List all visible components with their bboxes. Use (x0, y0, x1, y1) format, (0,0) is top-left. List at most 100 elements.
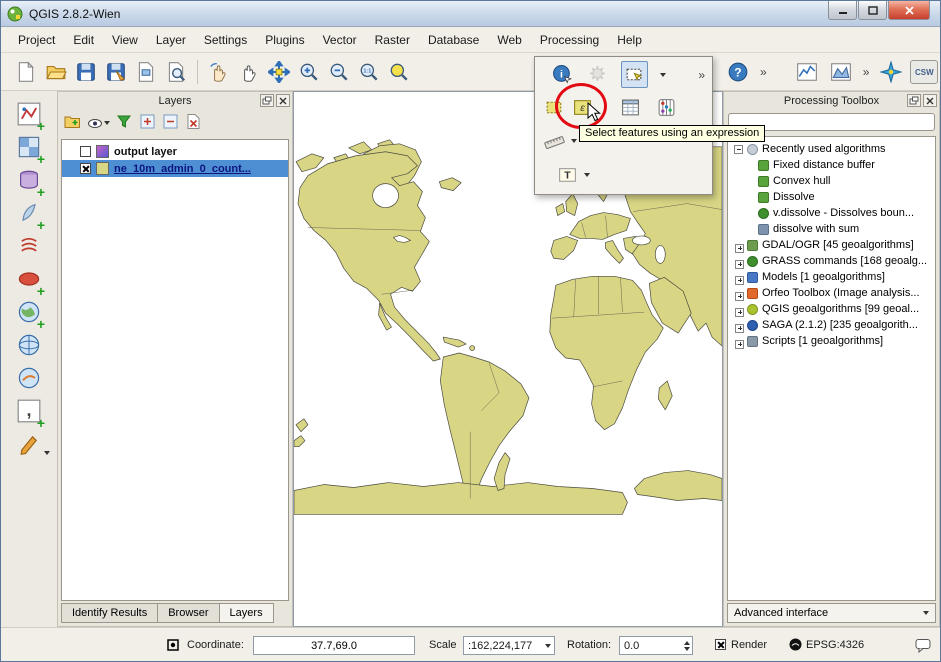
tree-item-recently-used[interactable]: Recently used algorithms (728, 141, 935, 157)
menu-web[interactable]: Web (488, 29, 530, 51)
crs-status-icon[interactable] (789, 638, 802, 654)
menu-layer[interactable]: Layer (147, 29, 195, 51)
coordinate-input[interactable] (253, 636, 415, 655)
layer-row-ne10m[interactable]: ne_10m_admin_0_count... (62, 160, 288, 177)
expand-expander-icon[interactable] (735, 259, 744, 269)
remove-layer-button[interactable] (185, 113, 202, 133)
float-panel-button[interactable] (907, 94, 921, 107)
add-vector-layer-button[interactable]: + (14, 99, 45, 133)
layer-row-output-layer[interactable]: output layer (62, 143, 288, 160)
menu-database[interactable]: Database (419, 29, 488, 51)
toolbar-overflow-chevron-2[interactable]: » (860, 65, 873, 79)
text-annotation-button[interactable]: T (554, 162, 581, 189)
zoom-native-button[interactable]: 1:1 (354, 57, 384, 87)
help-contents-button[interactable]: ? (723, 57, 753, 87)
tree-item-fixed-distance-buffer[interactable]: Fixed distance buffer (728, 157, 935, 173)
new-composer-button[interactable] (131, 57, 161, 87)
open-project-button[interactable] (41, 57, 71, 87)
tree-item-v-dissolve[interactable]: v.dissolve - Dissolves boun... (728, 205, 935, 221)
add-wfs-layer-button[interactable] (14, 363, 44, 393)
tree-item-orfeo-toolbox[interactable]: Orfeo Toolbox (Image analysis... (728, 285, 935, 301)
layer-checkbox-output[interactable] (80, 146, 91, 157)
tree-item-label[interactable]: SAGA (2.1.2) [235 geoalgorith... (762, 319, 918, 331)
layer-checkbox-ne10m[interactable] (80, 163, 91, 174)
expand-expander-icon[interactable] (735, 323, 744, 333)
render-checkbox[interactable] (715, 639, 726, 650)
tree-item-label[interactable]: GDAL/OGR [45 geoalgorithms] (762, 239, 914, 251)
tree-item-grass-commands[interactable]: GRASS commands [168 geoalg... (728, 253, 935, 269)
add-wcs-layer-button[interactable] (14, 330, 44, 360)
expand-expander-icon[interactable] (735, 307, 744, 317)
new-project-button[interactable] (11, 57, 41, 87)
tree-item-dissolve-with-sum[interactable]: dissolve with sum (728, 221, 935, 237)
add-group-button[interactable] (64, 113, 81, 133)
plugin-star-button[interactable] (876, 57, 906, 87)
dock-tab-layers[interactable]: Layers (218, 603, 274, 623)
save-project-as-button[interactable] (101, 57, 131, 87)
zoom-full-button[interactable] (384, 57, 414, 87)
close-panel-button[interactable] (276, 94, 290, 107)
menu-help[interactable]: Help (608, 29, 651, 51)
float-panel-button[interactable] (260, 94, 274, 107)
menu-processing[interactable]: Processing (531, 29, 608, 51)
expand-expander-icon[interactable] (735, 243, 744, 253)
tree-item-label[interactable]: QGIS geoalgorithms [99 geoal... (762, 303, 919, 315)
layer-visibility-button[interactable] (87, 115, 110, 132)
open-attribute-table-button[interactable] (617, 94, 644, 121)
add-spatialite-layer-button[interactable]: + (14, 198, 45, 232)
expand-expander-icon[interactable] (735, 339, 744, 349)
profile-tool-button[interactable] (826, 57, 856, 87)
tree-item-saga[interactable]: SAGA (2.1.2) [235 geoalgorith... (728, 317, 935, 333)
layer-name-ne10m[interactable]: ne_10m_admin_0_count... (114, 163, 251, 175)
measure-line-button[interactable] (541, 128, 568, 155)
tree-item-label[interactable]: Models [1 geoalgorithms] (762, 271, 885, 283)
interface-mode-select[interactable]: Advanced interface (727, 603, 936, 623)
visibility-dropdown-caret[interactable] (104, 121, 110, 125)
menu-edit[interactable]: Edit (64, 29, 103, 51)
expand-all-button[interactable] (139, 113, 156, 133)
dock-tab-browser[interactable]: Browser (157, 603, 220, 623)
expand-expander-icon[interactable] (735, 275, 744, 285)
select-features-dropdown[interactable] (657, 61, 669, 88)
rotation-spinbox[interactable]: 0.0 (619, 636, 693, 655)
close-panel-button[interactable] (923, 94, 937, 107)
filter-legend-button[interactable] (116, 113, 133, 133)
dock-tab-identify-results[interactable]: Identify Results (61, 603, 159, 623)
menu-settings[interactable]: Settings (195, 29, 256, 51)
menu-vector[interactable]: Vector (314, 29, 366, 51)
add-oracle-layer-button[interactable]: + (14, 264, 45, 298)
tree-item-label[interactable]: v.dissolve - Dissolves boun... (773, 207, 914, 219)
tree-item-label[interactable]: Dissolve (773, 191, 815, 203)
menu-view[interactable]: View (103, 29, 147, 51)
select-features-button[interactable] (621, 61, 648, 88)
tree-item-label[interactable]: GRASS commands [168 geoalg... (762, 255, 927, 267)
histogram-tool-button[interactable] (792, 57, 822, 87)
menu-project[interactable]: Project (9, 29, 64, 51)
tree-item-label[interactable]: Convex hull (773, 175, 830, 187)
tree-item-convex-hull[interactable]: Convex hull (728, 173, 935, 189)
pan-map-button[interactable] (234, 57, 264, 87)
add-postgis-layer-button[interactable]: + (14, 165, 45, 199)
add-raster-layer-button[interactable]: + (14, 132, 45, 166)
zoom-out-button[interactable] (324, 57, 354, 87)
scale-combo[interactable]: :162,224,177 (463, 636, 555, 655)
tree-item-label[interactable]: Recently used algorithms (762, 143, 886, 155)
layer-name-output[interactable]: output layer (114, 146, 177, 158)
maximize-button[interactable] (858, 1, 887, 20)
add-wms-layer-button[interactable]: + (14, 297, 45, 331)
collapse-all-button[interactable] (162, 113, 179, 133)
close-button[interactable] (888, 1, 930, 20)
pan-to-selection-button[interactable] (264, 57, 294, 87)
add-mssql-layer-button[interactable] (14, 231, 44, 261)
spinner-arrows[interactable] (684, 640, 692, 651)
mouse-position-icon[interactable] (166, 638, 180, 655)
tree-item-gdal-ogr[interactable]: GDAL/OGR [45 geoalgorithms] (728, 237, 935, 253)
metasearch-csw-button[interactable]: CSW (910, 60, 939, 84)
field-calculator-button[interactable] (653, 94, 680, 121)
log-messages-button[interactable] (915, 638, 932, 656)
toolbar-overflow-chevron-1[interactable]: » (757, 65, 770, 79)
add-delimited-text-button[interactable]: , + (14, 396, 45, 430)
tree-item-qgis-geoalgorithms[interactable]: QGIS geoalgorithms [99 geoal... (728, 301, 935, 317)
tree-item-label[interactable]: Scripts [1 geoalgorithms] (762, 335, 883, 347)
tree-item-dissolve[interactable]: Dissolve (728, 189, 935, 205)
